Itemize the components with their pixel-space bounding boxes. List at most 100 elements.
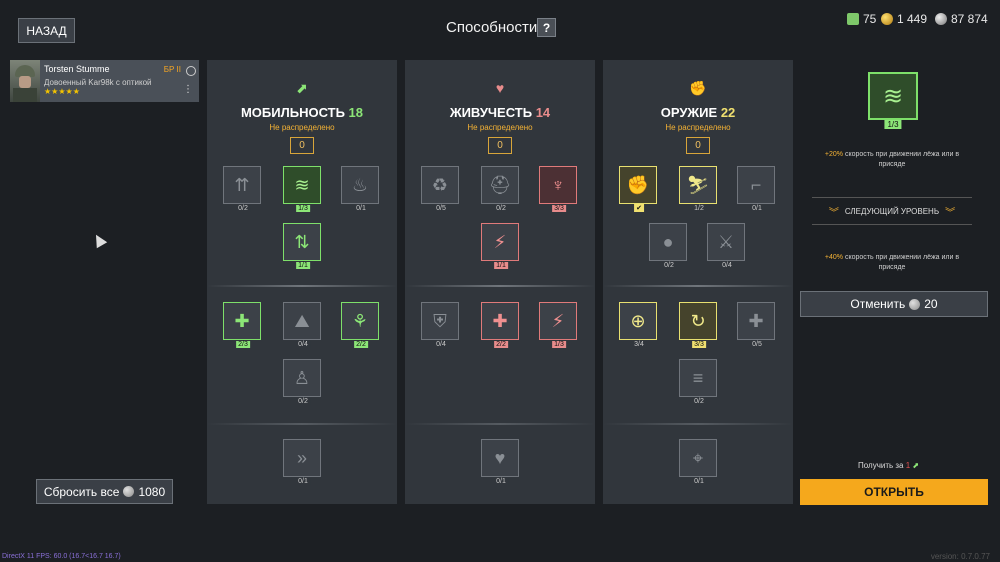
next-level-label: СЛЕДУЮЩИЙ УРОВЕНЬ (844, 206, 940, 216)
focus-skill-icon: ⌖ (679, 439, 717, 477)
skill-level: 3/3 (552, 205, 566, 212)
skill-slot[interactable]: ⇈ 0/2 (223, 166, 263, 212)
skill-level: 0/1 (296, 478, 310, 485)
silver-coin-icon (935, 13, 947, 25)
skill-slot[interactable]: ♨ 0/1 (341, 166, 381, 212)
skill-level: 1/2 (692, 205, 706, 212)
unassigned-points: 0 (488, 137, 512, 154)
skill-level: 1/3 (552, 341, 566, 348)
soldier-stars: ★★★★★ (44, 87, 80, 96)
skill-slot[interactable]: ⛨ 0/4 (421, 302, 461, 348)
skill-level: 0/4 (720, 262, 734, 269)
ticket-currency: 75 (847, 12, 876, 26)
silver-currency: 87 874 (935, 12, 988, 26)
gold-currency: 1 449 (881, 12, 927, 26)
tier-divider (603, 423, 793, 425)
help-button[interactable]: ? (537, 18, 556, 37)
skill-slot[interactable]: ● 0/2 (649, 223, 689, 269)
skill-level: 0/2 (296, 398, 310, 405)
skill-level: 2/2 (354, 341, 368, 348)
column-title: ЖИВУЧЕСТЬ 14 (449, 105, 551, 120)
pistol-skill-icon: ⌐ (737, 166, 775, 204)
sprint-skill-icon: » (283, 439, 321, 477)
skill-slot[interactable]: ⚔ 0/4 (707, 223, 747, 269)
version-label: version: 0.7.0.77 (930, 552, 990, 561)
column-icon: ⬈ (296, 80, 308, 96)
chevron-down-icon: ︾ (945, 207, 956, 219)
skill-slot[interactable]: ♥ 0/1 (481, 439, 521, 485)
knife-skill-icon: ⚔ (707, 223, 745, 261)
column-title: МОБИЛЬНОСТЬ 18 (240, 105, 364, 120)
skill-slot[interactable]: ♆ 3/3 (539, 166, 579, 212)
mobility-point-icon: ⬈ (912, 461, 920, 470)
skill-level: 0/2 (494, 205, 508, 212)
soldier-card[interactable]: Torsten Stumme Довоенный Kar98k с оптико… (10, 60, 199, 102)
target-icon[interactable] (186, 66, 196, 76)
walk-skill-icon: ♙ (283, 359, 321, 397)
cancel-button[interactable]: Отменить 20 (800, 291, 988, 317)
helmet-skill-icon: ⛑ (481, 166, 519, 204)
skill-slot[interactable]: ⛰ 0/4 (283, 302, 323, 348)
skill-slot[interactable]: ✚ 2/3 (223, 302, 263, 348)
skill-slot[interactable]: ⚡ 1/3 (539, 302, 579, 348)
page-title: Способности (446, 19, 538, 36)
skill-slot[interactable]: ⌖ 0/1 (679, 439, 719, 485)
more-menu-icon[interactable]: ⋮ (183, 84, 193, 95)
skill-level: 2/2 (494, 341, 508, 348)
skill-slot[interactable]: ⌐ 0/1 (737, 166, 777, 212)
revive-skill-icon: ♻ (421, 166, 459, 204)
reset-cost: 1080 (138, 484, 166, 499)
column-icon: ♥ (495, 80, 505, 96)
bayonet-skill-icon: ≡ (679, 359, 717, 397)
skill-level: 0/1 (692, 478, 706, 485)
next-level-divider: ︾ СЛЕДУЮЩИЙ УРОВЕНЬ ︾ (812, 197, 972, 225)
skill-column-0: ⬈ МОБИЛЬНОСТЬ 18 Не распределено 0 ⇈ 0/2… (207, 60, 397, 504)
skill-slot[interactable]: ≡ 0/2 (679, 359, 719, 405)
chevron-down-icon: ︾ (828, 207, 839, 219)
shock-skill-icon: ⚡ (481, 223, 519, 261)
skill-slot[interactable]: ⛷ 1/2 (679, 166, 719, 212)
tier-divider (405, 285, 595, 287)
skill-slot[interactable]: ✊ ✔ (619, 166, 659, 212)
back-button[interactable]: НАЗАД (18, 18, 75, 43)
skill-slot[interactable]: ✚ 0/5 (737, 302, 777, 348)
skill-slot[interactable]: ✚ 2/2 (481, 302, 521, 348)
silver-value: 87 874 (951, 12, 988, 26)
crouch-skill-icon: ⇅ (283, 223, 321, 261)
skill-slot[interactable]: ⊕ 3/4 (619, 302, 659, 348)
skill-level: 0/1 (494, 478, 508, 485)
heart-up-skill-icon: ♥ (481, 439, 519, 477)
tier-divider (603, 285, 793, 287)
soldier-rank: БР II (163, 65, 181, 74)
silver-coin-icon (909, 298, 921, 310)
current-level-desc: +20% скорость при движении лёжа или в пр… (824, 151, 960, 168)
skill-slot[interactable]: ⇅ 1/1 (283, 223, 323, 269)
skill-level: ✔ (634, 204, 644, 212)
reset-label: Сбросить все (43, 484, 120, 499)
skill-level: 1/1 (494, 262, 508, 269)
heal-move-skill-icon: ✚ (223, 302, 261, 340)
run-gun-skill-icon: ⛷ (679, 166, 717, 204)
skill-slot[interactable]: ↻ 3/3 (679, 302, 719, 348)
climb-skill-icon: ⇈ (223, 166, 261, 204)
aim-skill-icon: ⊕ (619, 302, 657, 340)
selected-skill: ≋ 1/3 (868, 72, 918, 129)
skill-slot[interactable]: » 0/1 (283, 439, 323, 485)
skill-slot[interactable]: ≋ 1/3 (283, 166, 323, 212)
reset-all-button[interactable]: Сбросить все 1080 (36, 479, 173, 504)
skill-level: 0/1 (750, 205, 764, 212)
skill-slot[interactable]: ♙ 0/2 (283, 359, 323, 405)
gold-value: 1 449 (897, 12, 928, 26)
skill-slot[interactable]: ⚘ 2/2 (341, 302, 381, 348)
gold-coin-icon (881, 13, 893, 25)
skill-slot[interactable]: ⚡ 1/1 (481, 223, 521, 269)
skill-level: 0/2 (662, 262, 676, 269)
skill-level: 3/3 (692, 341, 706, 348)
skill-level: 0/2 (692, 398, 706, 405)
open-button[interactable]: ОТКРЫТЬ (800, 479, 988, 505)
armor-skill-icon: ⛨ (421, 302, 459, 340)
skill-level: 0/5 (750, 341, 764, 348)
skill-slot[interactable]: ⛑ 0/2 (481, 166, 521, 212)
skill-slot[interactable]: ♻ 0/5 (421, 166, 461, 212)
cancel-label: Отменить (850, 297, 906, 311)
